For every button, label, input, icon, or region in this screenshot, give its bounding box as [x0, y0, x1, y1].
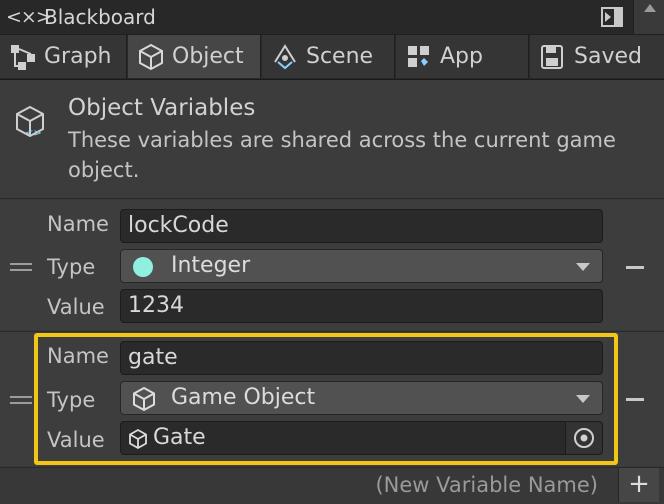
svg-text:<>: <>: [25, 128, 42, 139]
scrollbar-up-arrow[interactable]: [633, 0, 664, 34]
tab-label: Saved: [574, 44, 642, 69]
object-cube-icon: [136, 42, 166, 72]
tab-label: App: [440, 44, 483, 69]
tab-label: Object: [172, 44, 244, 69]
graph-icon: [8, 42, 38, 72]
chevron-down-icon: [576, 263, 590, 271]
saved-icon: [538, 42, 568, 72]
selection-highlight: [34, 333, 618, 465]
variable-entry: Name lockCode Type Integer Value 1234: [0, 200, 664, 330]
integer-dot-icon: [133, 257, 153, 277]
type-label: Type: [47, 255, 96, 279]
remove-variable-button[interactable]: [626, 266, 644, 269]
object-variables-icon: <>: [10, 102, 50, 142]
app-icon: [404, 42, 434, 72]
scene-icon: [270, 42, 300, 72]
tab-saved[interactable]: Saved: [530, 35, 664, 78]
variable-value-field[interactable]: 1234: [120, 289, 603, 323]
tab-label: Graph: [44, 44, 112, 69]
tab-bar: Graph Object Scene App Saved: [0, 35, 664, 80]
tab-graph[interactable]: Graph: [0, 35, 127, 78]
name-label: Name: [47, 212, 109, 236]
header-description: These variables are shared across the cu…: [68, 128, 616, 182]
variable-name-field[interactable]: lockCode: [120, 209, 603, 243]
window-title: Blackboard: [44, 5, 156, 29]
add-variable-button[interactable]: +: [618, 468, 659, 502]
tab-app[interactable]: App: [396, 35, 529, 78]
panel-toggle-icon[interactable]: [598, 4, 628, 30]
header-title: Object Variables: [68, 95, 256, 121]
value-label: Value: [47, 295, 105, 319]
variable-type-dropdown[interactable]: Integer: [120, 249, 603, 283]
remove-variable-button[interactable]: [626, 398, 644, 401]
tab-object[interactable]: Object: [128, 35, 261, 78]
new-variable-name-input[interactable]: (New Variable Name): [300, 470, 604, 500]
tab-label: Scene: [306, 44, 374, 69]
type-value: Integer: [171, 253, 251, 278]
drag-handle[interactable]: [10, 396, 32, 406]
tab-scene[interactable]: Scene: [262, 35, 395, 78]
drag-handle[interactable]: [10, 263, 32, 273]
